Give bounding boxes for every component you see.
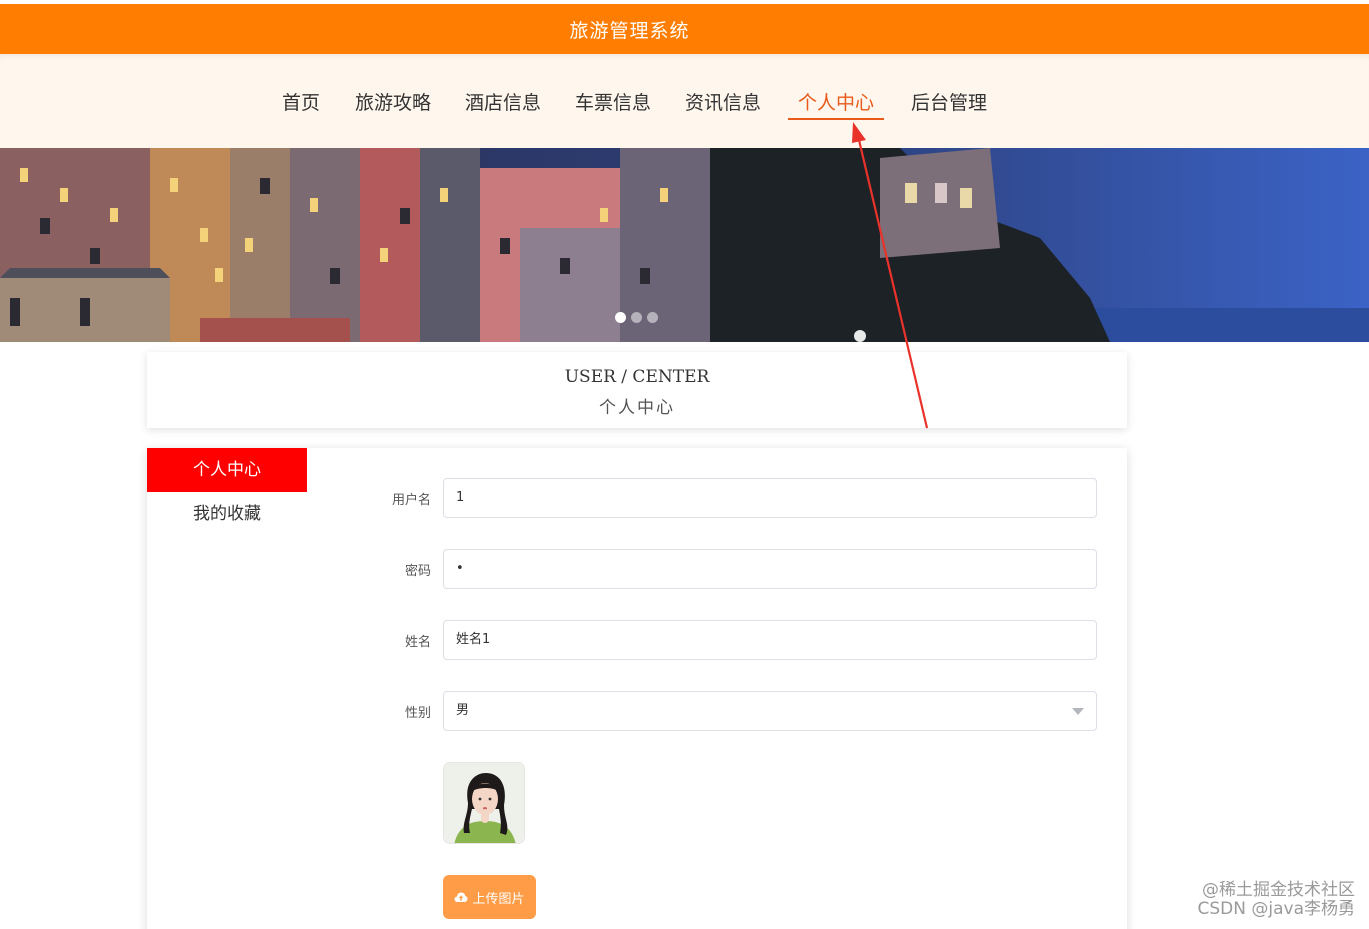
main-navbar: 首页 旅游攻略 酒店信息 车票信息 资讯信息 个人中心 后台管理 [0, 54, 1369, 148]
side-menu: 个人中心 我的收藏 [147, 448, 307, 536]
upload-image-button[interactable]: 上传图片 [443, 875, 536, 919]
nav-item-tickets[interactable]: 车票信息 [575, 88, 651, 120]
watermark-line-2: CSDN @java李杨勇 [1197, 899, 1356, 919]
section-title-cn: 个人中心 [599, 398, 675, 418]
username-label: 用户名 [391, 493, 431, 508]
banner-carousel[interactable] [0, 148, 1369, 342]
password-input[interactable]: • [443, 549, 1097, 589]
carousel-dot-2[interactable] [631, 312, 642, 323]
password-row: 密码 • [374, 549, 1097, 589]
gender-row: 性别 男 [374, 691, 1097, 731]
cloud-upload-icon [454, 892, 468, 902]
carousel-dot-3[interactable] [647, 312, 658, 323]
nav-item-travel-guides[interactable]: 旅游攻略 [355, 88, 431, 120]
avatar [443, 762, 525, 844]
name-input[interactable]: 姓名1 [443, 620, 1097, 660]
watermark: @稀土掘金技术社区 CSDN @java李杨勇 [1198, 881, 1356, 919]
username-input[interactable]: 1 [443, 478, 1097, 518]
nav-menu: 首页 旅游攻略 酒店信息 车票信息 资讯信息 个人中心 后台管理 [0, 88, 1369, 128]
nav-item-hotels[interactable]: 酒店信息 [465, 88, 541, 120]
carousel-dots [615, 312, 658, 323]
section-title-en: USER / CENTER [564, 367, 710, 387]
user-center-panel: 个人中心 我的收藏 用户名 1 密码 • 姓名 姓名1 性别 男 上传图片 [147, 448, 1127, 929]
upload-image-label: 上传图片 [472, 891, 525, 907]
side-item-favorites[interactable]: 我的收藏 [147, 492, 307, 536]
gender-label: 性别 [404, 706, 431, 721]
top-header-bar: 旅游管理系统 [0, 4, 1369, 54]
nav-item-home[interactable]: 首页 [282, 88, 320, 120]
name-row: 姓名 姓名1 [374, 620, 1097, 660]
chevron-down-icon [1072, 708, 1084, 715]
side-item-user-center[interactable]: 个人中心 [147, 448, 307, 492]
carousel-dot-1[interactable] [615, 312, 626, 323]
name-label: 姓名 [404, 635, 431, 650]
username-row: 用户名 1 [374, 478, 1097, 518]
banner-image [0, 148, 1369, 342]
app-title: 旅游管理系统 [569, 19, 690, 42]
watermark-line-1: @稀土掘金技术社区 [1202, 880, 1355, 900]
section-heading: USER / CENTER 个人中心 [147, 352, 1127, 428]
nav-item-user-center[interactable]: 个人中心 [787, 88, 885, 120]
nav-item-admin[interactable]: 后台管理 [911, 88, 987, 120]
gender-select[interactable]: 男 [443, 691, 1097, 731]
nav-item-news[interactable]: 资讯信息 [685, 88, 761, 120]
password-label: 密码 [404, 564, 431, 579]
gender-select-value: 男 [456, 703, 470, 718]
